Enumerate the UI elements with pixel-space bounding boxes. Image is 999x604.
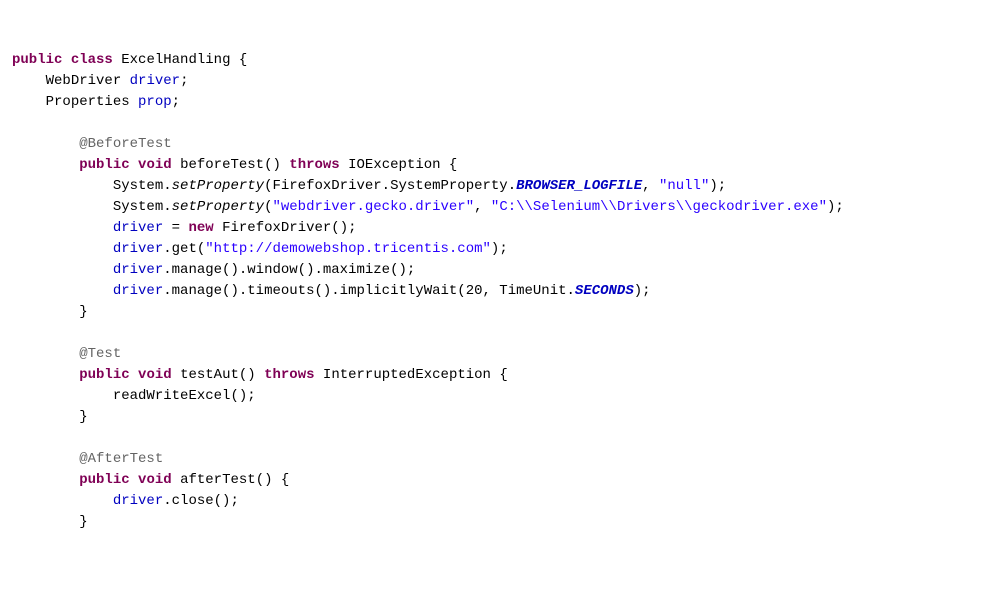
code-line: @BeforeTest xyxy=(12,136,172,152)
string: "webdriver.gecko.driver" xyxy=(272,199,474,215)
constant: BROWSER_LOGFILE xyxy=(516,178,642,194)
code-line: public void afterTest() { xyxy=(12,472,289,488)
code-line: driver.get("http://demowebshop.tricentis… xyxy=(12,241,508,257)
code-line: driver.manage().window().maximize(); xyxy=(12,262,415,278)
keyword-class: class xyxy=(71,52,113,68)
keyword-throws: throws xyxy=(264,367,314,383)
indent xyxy=(12,241,113,257)
text: () { xyxy=(256,472,290,488)
code-line: public void beforeTest() throws IOExcept… xyxy=(12,157,457,173)
code-line: driver = new FirefoxDriver(); xyxy=(12,220,357,236)
code-line: } xyxy=(12,409,88,425)
keyword-void: void xyxy=(138,367,172,383)
keyword-throws: throws xyxy=(289,157,339,173)
keyword-new: new xyxy=(188,220,213,236)
method-name: afterTest xyxy=(180,472,256,488)
code-line: @AfterTest xyxy=(12,451,163,467)
field-name: driver xyxy=(113,220,163,236)
text: System. xyxy=(113,199,172,215)
indent xyxy=(12,262,113,278)
brace: } xyxy=(79,514,87,530)
string: "http://demowebshop.tricentis.com" xyxy=(205,241,491,257)
class-name: ExcelHandling xyxy=(121,52,230,68)
keyword-void: void xyxy=(138,472,172,488)
text: = xyxy=(163,220,188,236)
text: .get( xyxy=(163,241,205,257)
text: IOException { xyxy=(340,157,458,173)
semicolon: ; xyxy=(180,73,188,89)
code-line: readWriteExcel(); xyxy=(12,388,256,404)
static-method: setProperty xyxy=(172,178,264,194)
keyword-public: public xyxy=(79,472,129,488)
code-line: Properties prop; xyxy=(12,94,180,110)
code-block: public class ExcelHandling { WebDriver d… xyxy=(12,50,987,533)
field-name: driver xyxy=(113,283,163,299)
field-name: driver xyxy=(113,493,163,509)
text: , xyxy=(474,199,491,215)
method-name: beforeTest xyxy=(180,157,264,173)
brace: } xyxy=(79,409,87,425)
code-line: driver.manage().timeouts().implicitlyWai… xyxy=(12,283,651,299)
field-name: driver xyxy=(130,73,180,89)
keyword-public: public xyxy=(79,157,129,173)
text: () xyxy=(239,367,264,383)
text: ); xyxy=(491,241,508,257)
method-name: testAut xyxy=(180,367,239,383)
annotation: @BeforeTest xyxy=(79,136,171,152)
text: FirefoxDriver(); xyxy=(214,220,357,236)
keyword-public: public xyxy=(12,52,62,68)
brace: { xyxy=(230,52,247,68)
code-line: WebDriver driver; xyxy=(12,73,188,89)
text: () xyxy=(264,157,289,173)
static-method: setProperty xyxy=(172,199,264,215)
indent xyxy=(12,178,113,194)
text: ); xyxy=(634,283,651,299)
text: .manage().window().maximize(); xyxy=(163,262,415,278)
indent xyxy=(12,388,113,404)
type: Properties xyxy=(46,94,130,110)
text: ); xyxy=(709,178,726,194)
constant: SECONDS xyxy=(575,283,634,299)
code-line: } xyxy=(12,514,88,530)
semicolon: ; xyxy=(172,94,180,110)
code-line: System.setProperty("webdriver.gecko.driv… xyxy=(12,199,844,215)
indent xyxy=(12,199,113,215)
code-line: public void testAut() throws Interrupted… xyxy=(12,367,508,383)
indent xyxy=(12,304,79,320)
text: ); xyxy=(827,199,844,215)
indent xyxy=(12,451,79,467)
text: InterruptedException { xyxy=(315,367,508,383)
indent xyxy=(12,346,79,362)
code-line: } xyxy=(12,304,88,320)
indent xyxy=(12,283,113,299)
code-line: @Test xyxy=(12,346,121,362)
brace: } xyxy=(79,304,87,320)
indent xyxy=(12,367,79,383)
keyword-public: public xyxy=(79,367,129,383)
string: "null" xyxy=(659,178,709,194)
string: "C:\\Selenium\\Drivers\\geckodriver.exe" xyxy=(491,199,827,215)
field-name: driver xyxy=(113,262,163,278)
text: .manage().timeouts().implicitlyWait(20, … xyxy=(163,283,575,299)
field-name: driver xyxy=(113,241,163,257)
code-line: public class ExcelHandling { xyxy=(12,52,247,68)
text: System. xyxy=(113,178,172,194)
annotation: @Test xyxy=(79,346,121,362)
indent xyxy=(12,220,113,236)
code-line: driver.close(); xyxy=(12,493,239,509)
indent xyxy=(12,409,79,425)
field-name: prop xyxy=(138,94,172,110)
keyword-void: void xyxy=(138,157,172,173)
text: readWriteExcel(); xyxy=(113,388,256,404)
type: WebDriver xyxy=(46,73,122,89)
text: , xyxy=(642,178,659,194)
code-line: System.setProperty(FirefoxDriver.SystemP… xyxy=(12,178,726,194)
indent xyxy=(12,472,79,488)
text: .close(); xyxy=(163,493,239,509)
text: (FirefoxDriver.SystemProperty. xyxy=(264,178,516,194)
annotation: @AfterTest xyxy=(79,451,163,467)
indent xyxy=(12,514,79,530)
indent xyxy=(12,493,113,509)
